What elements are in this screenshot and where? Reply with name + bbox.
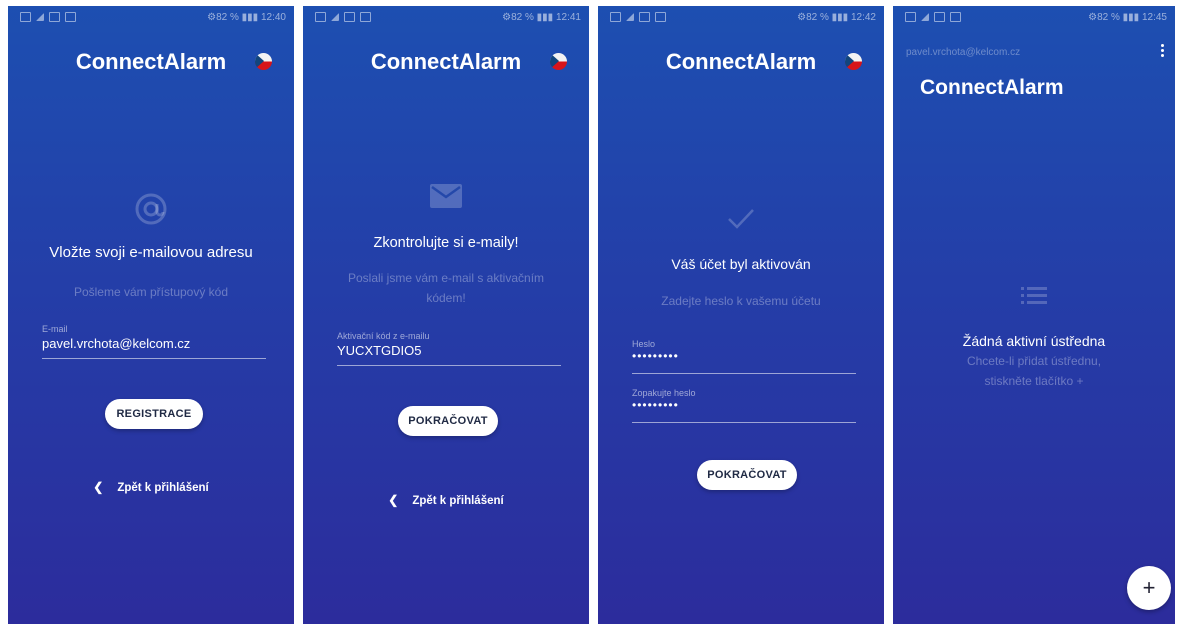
subtext: Chcete-li přidat ústřednu, stiskněte tla…	[966, 354, 1102, 388]
at-icon	[8, 191, 294, 232]
czech-flag-icon[interactable]	[255, 53, 272, 70]
app-title: ConnectAlarm	[920, 76, 1064, 99]
subtext: Poslali jsme vám e-mail s aktivačním kód…	[347, 271, 545, 305]
repeat-password-label: Zopakujte heslo	[632, 388, 696, 398]
back-to-login-label: Zpět k přihlášení	[117, 482, 209, 494]
heading: Zkontrolujte si e-maily!	[373, 235, 519, 251]
screen-check-email: ⚙82 % ▮▮▮ 12:41 ConnectAlarm Zkontrolujt…	[303, 6, 589, 624]
status-battery-time: ⚙82 % ▮▮▮ 12:45	[1088, 12, 1167, 23]
screen-enter-email: ⚙82 % ▮▮▮ 12:40 ConnectAlarm Vložte svoj…	[8, 6, 294, 624]
email-field[interactable]: E-mail pavel.vrchota@kelcom.cz	[42, 324, 266, 359]
activation-code-label: Aktivační kód z e-mailu	[337, 331, 430, 341]
status-battery-time: ⚙82 % ▮▮▮ 12:41	[502, 12, 581, 23]
heading: Váš účet byl aktivován	[671, 256, 811, 272]
czech-flag-icon[interactable]	[845, 53, 862, 70]
status-battery-time: ⚙82 % ▮▮▮ 12:42	[797, 12, 876, 23]
status-bar: ⚙82 % ▮▮▮ 12:45	[893, 12, 1175, 26]
account-email: pavel.vrchota@kelcom.cz	[906, 47, 1021, 58]
checkmark-icon	[598, 206, 884, 235]
envelope-icon	[303, 182, 589, 215]
list-icon	[893, 285, 1175, 310]
back-to-login-link[interactable]: ❮ Zpět k přihlášení	[303, 493, 589, 507]
password-label: Heslo	[632, 339, 656, 349]
chevron-left-icon: ❮	[388, 493, 399, 507]
status-icons	[315, 12, 371, 22]
chevron-left-icon: ❮	[93, 480, 104, 494]
back-to-login-link[interactable]: ❮ Zpět k přihlášení	[8, 480, 294, 494]
repeat-password-value[interactable]: •••••••••	[632, 398, 679, 412]
status-bar: ⚙82 % ▮▮▮ 12:41	[303, 12, 589, 26]
status-battery-time: ⚙82 % ▮▮▮ 12:40	[207, 12, 286, 23]
screen-account-activated: ⚙82 % ▮▮▮ 12:42 ConnectAlarm Váš účet by…	[598, 6, 884, 624]
email-field-value[interactable]: pavel.vrchota@kelcom.cz	[42, 336, 190, 351]
repeat-password-field[interactable]: Zopakujte heslo •••••••••	[632, 388, 856, 423]
app-title: ConnectAlarm	[665, 49, 817, 74]
heading: Vložte svoji e-mailovou adresu	[49, 244, 253, 261]
status-icons	[905, 12, 961, 22]
password-value[interactable]: •••••••••	[632, 349, 679, 363]
continue-button[interactable]: POKRAČOVAT	[398, 406, 498, 436]
email-field-label: E-mail	[42, 324, 68, 334]
status-icons	[20, 12, 76, 22]
subtext: Zadejte heslo k vašemu účetu	[661, 294, 821, 308]
screen-no-active-panel: ⚙82 % ▮▮▮ 12:45 pavel.vrchota@kelcom.cz …	[893, 6, 1175, 624]
app-title: ConnectAlarm	[75, 49, 227, 74]
register-button[interactable]: REGISTRACE	[105, 399, 203, 429]
activation-code-field[interactable]: Aktivační kód z e-mailu YUCXTGDIO5	[337, 331, 561, 366]
status-bar: ⚙82 % ▮▮▮ 12:40	[8, 12, 294, 26]
czech-flag-icon[interactable]	[550, 53, 567, 70]
add-panel-button[interactable]: +	[1127, 566, 1171, 610]
status-bar: ⚙82 % ▮▮▮ 12:42	[598, 12, 884, 26]
activation-code-value[interactable]: YUCXTGDIO5	[337, 343, 422, 358]
app-title: ConnectAlarm	[370, 49, 522, 74]
continue-button[interactable]: POKRAČOVAT	[697, 460, 797, 490]
subtext: Pošleme vám přístupový kód	[73, 285, 229, 299]
more-options-icon[interactable]	[1161, 44, 1165, 59]
status-icons	[610, 12, 666, 22]
heading: Žádná aktivní ústředna	[962, 333, 1106, 349]
password-field[interactable]: Heslo •••••••••	[632, 339, 856, 374]
back-to-login-label: Zpět k přihlášení	[412, 495, 504, 507]
